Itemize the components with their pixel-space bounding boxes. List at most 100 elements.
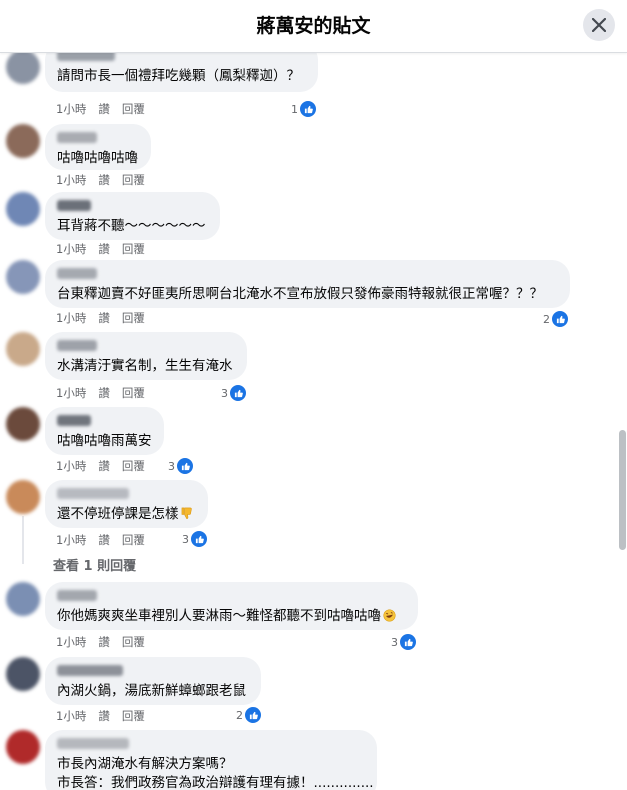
comment-bubble: 內湖火鍋，湯底新鮮蟑螂跟老鼠 (45, 657, 261, 705)
comment-bubble: 還不停班停課是怎樣 (45, 480, 208, 528)
timestamp[interactable]: 1小時 (56, 709, 86, 723)
close-button[interactable] (583, 9, 615, 41)
comment-actions: 1小時讚回覆 (56, 101, 157, 117)
comment-text: 水溝清汙實名制，生生有淹水 (57, 358, 233, 374)
dialog-title: 蔣萬安的貼文 (256, 15, 371, 37)
timestamp[interactable]: 1小時 (56, 242, 86, 256)
thumbs-down-emoji (181, 507, 194, 526)
like-link[interactable]: 讚 (98, 533, 110, 547)
comment-actions: 1小時讚回覆 (56, 532, 157, 548)
avatar[interactable] (6, 192, 40, 226)
thumbs-up-icon (299, 100, 317, 118)
like-link[interactable]: 讚 (98, 173, 110, 187)
timestamp[interactable]: 1小時 (56, 386, 86, 400)
commenter-name[interactable] (57, 52, 115, 61)
comment-bubble: 你他媽爽爽坐車裡別人要淋雨～難怪都聽不到咕嚕咕嚕 (45, 582, 418, 630)
close-icon (592, 18, 606, 32)
reaction-count[interactable]: 3 (168, 457, 194, 475)
reaction-count[interactable]: 1 (291, 100, 317, 118)
commenter-name[interactable] (57, 200, 91, 211)
reply-link[interactable]: 回覆 (122, 635, 145, 649)
comment-text: 耳背蔣不聽～～～～～～ (57, 218, 206, 234)
comment-text: 台東釋迦賣不好匪夷所思啊台北淹水不宣布放假只發佈豪雨特報就很正常喔？？？ (57, 286, 543, 302)
comment-actions: 1小時讚回覆 (56, 310, 157, 326)
comment-bubble: 請問市長一個禮拜吃幾顆（鳳梨釋迦）？ (45, 52, 318, 92)
scrollbar-thumb[interactable] (619, 430, 626, 550)
like-link[interactable]: 讚 (98, 311, 110, 325)
comment-actions: 1小時讚回覆 (56, 241, 157, 257)
like-link[interactable]: 讚 (98, 459, 110, 473)
comment-text: 咕嚕咕嚕咕嚕 (57, 150, 138, 166)
reaction-number: 3 (221, 386, 228, 400)
thumbs-up-icon (176, 457, 194, 475)
timestamp[interactable]: 1小時 (56, 102, 86, 116)
reply-link[interactable]: 回覆 (122, 459, 145, 473)
avatar[interactable] (6, 260, 40, 294)
reaction-number: 3 (182, 532, 189, 546)
thread-line (22, 516, 24, 564)
like-link[interactable]: 讚 (98, 102, 110, 116)
reaction-count[interactable]: 2 (543, 310, 569, 328)
timestamp[interactable]: 1小時 (56, 459, 86, 473)
avatar[interactable] (6, 730, 40, 764)
reaction-number: 3 (168, 459, 175, 473)
comment-text: 市長內湖淹水有解決方案嗎？ (57, 756, 233, 772)
avatar[interactable] (6, 52, 40, 84)
reply-link[interactable]: 回覆 (122, 311, 145, 325)
reply-link[interactable]: 回覆 (122, 102, 145, 116)
timestamp[interactable]: 1小時 (56, 533, 86, 547)
comment-actions: 1小時讚回覆 (56, 634, 157, 650)
like-link[interactable]: 讚 (98, 709, 110, 723)
commenter-name[interactable] (57, 132, 97, 143)
reaction-count[interactable]: 3 (221, 384, 247, 402)
reply-link[interactable]: 回覆 (122, 242, 145, 256)
comment-text-body: 你他媽爽爽坐車裡別人要淋雨～難怪都聽不到咕嚕咕嚕 (57, 608, 381, 624)
avatar[interactable] (6, 332, 40, 366)
view-replies-link[interactable]: 查看 1 則回覆 (53, 555, 136, 574)
commenter-name[interactable] (57, 488, 129, 499)
commenter-name[interactable] (57, 268, 97, 279)
comment-bubble: 市長內湖淹水有解決方案嗎？ 市長答：我們政務官為政治辯護有理有據！.......… (45, 730, 377, 790)
reply-link[interactable]: 回覆 (122, 709, 145, 723)
commenter-name[interactable] (57, 738, 129, 749)
commenter-name[interactable] (57, 340, 97, 351)
like-link[interactable]: 讚 (98, 242, 110, 256)
comment-text-line-2: 市長答：我們政務官為政治辯護有理有據！.............. (57, 775, 374, 790)
comment-text: 咕嚕咕嚕雨萬安 (57, 433, 152, 449)
avatar[interactable] (6, 657, 40, 691)
timestamp[interactable]: 1小時 (56, 635, 86, 649)
avatar[interactable] (6, 582, 40, 616)
thumbs-up-icon (190, 530, 208, 548)
comment-bubble: 水溝清汙實名制，生生有淹水 (45, 332, 247, 380)
like-link[interactable]: 讚 (98, 386, 110, 400)
rofl-emoji (383, 609, 396, 628)
timestamp[interactable]: 1小時 (56, 173, 86, 187)
commenter-name[interactable] (57, 590, 97, 601)
thumbs-up-icon (229, 384, 247, 402)
comment-actions: 1小時讚回覆 (56, 172, 157, 188)
timestamp[interactable]: 1小時 (56, 311, 86, 325)
reply-link[interactable]: 回覆 (122, 173, 145, 187)
comment-bubble: 台東釋迦賣不好匪夷所思啊台北淹水不宣布放假只發佈豪雨特報就很正常喔？？？ (45, 260, 570, 308)
comment-actions: 1小時讚回覆 (56, 708, 157, 724)
comment-feed[interactable]: 請問市長一個禮拜吃幾顆（鳳梨釋迦）？ 1小時讚回覆 1 咕嚕咕嚕咕嚕 1小時讚回… (0, 52, 627, 790)
avatar[interactable] (6, 480, 40, 514)
reaction-number: 2 (236, 708, 243, 722)
thumbs-up-icon (551, 310, 569, 328)
comment-actions: 1小時讚回覆 (56, 458, 157, 474)
comment-text: 請問市長一個禮拜吃幾顆（鳳梨釋迦）？ (57, 68, 300, 84)
comment-bubble: 咕嚕咕嚕雨萬安 (45, 407, 164, 455)
commenter-name[interactable] (57, 665, 123, 676)
reaction-count[interactable]: 2 (236, 706, 262, 724)
commenter-name[interactable] (57, 415, 91, 426)
reaction-count[interactable]: 3 (182, 530, 208, 548)
like-link[interactable]: 讚 (98, 635, 110, 649)
reaction-number: 2 (543, 312, 550, 326)
avatar[interactable] (6, 124, 40, 158)
reply-link[interactable]: 回覆 (122, 386, 145, 400)
reaction-count[interactable]: 3 (391, 633, 417, 651)
thumbs-up-icon (244, 706, 262, 724)
reply-link[interactable]: 回覆 (122, 533, 145, 547)
comment-text: 內湖火鍋，湯底新鮮蟑螂跟老鼠 (57, 683, 246, 699)
avatar[interactable] (6, 407, 40, 441)
